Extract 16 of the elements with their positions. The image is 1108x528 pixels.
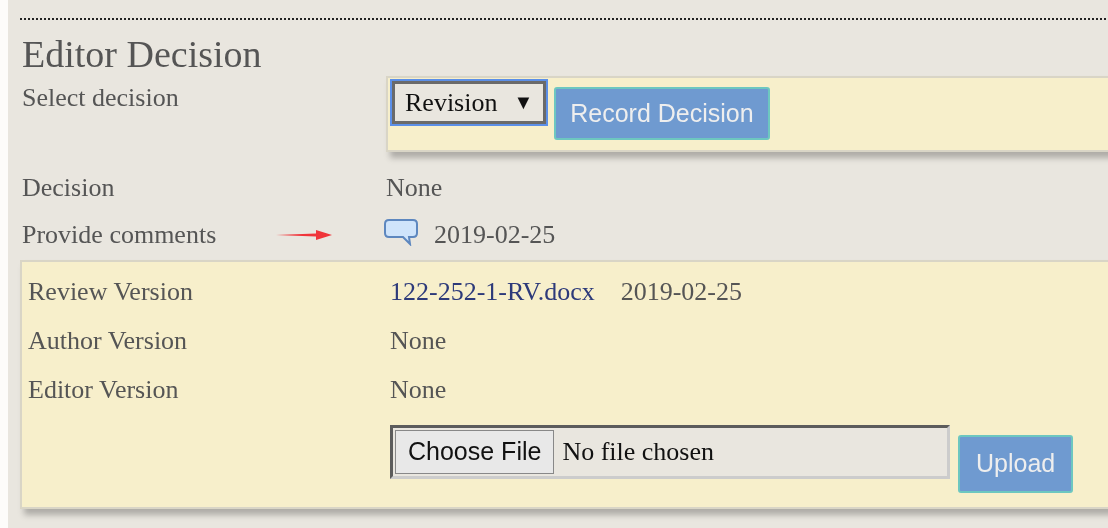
field-label: Select decision — [21, 81, 180, 114]
field-value: None — [390, 325, 447, 358]
field-label: Decision — [21, 172, 116, 205]
field-value: None — [386, 172, 443, 205]
field-label: Review Version — [27, 276, 194, 309]
section-title: Editor Decision — [22, 32, 263, 77]
comment-date: 2019-02-25 — [434, 219, 556, 252]
file-link[interactable]: 122-252-1-RV.docx — [390, 272, 595, 312]
field-label: Provide comments — [22, 219, 217, 252]
speech-bubble-icon[interactable] — [384, 217, 418, 246]
decision-dropdown[interactable]: Revision ▼ — [392, 80, 547, 125]
file-date: 2019-02-25 — [620, 276, 743, 309]
field-label: Author Version — [27, 325, 189, 358]
field-label: Editor Version — [27, 374, 180, 407]
field-value: None — [390, 374, 447, 407]
file-input[interactable]: Choose File No file chosen — [390, 425, 950, 479]
